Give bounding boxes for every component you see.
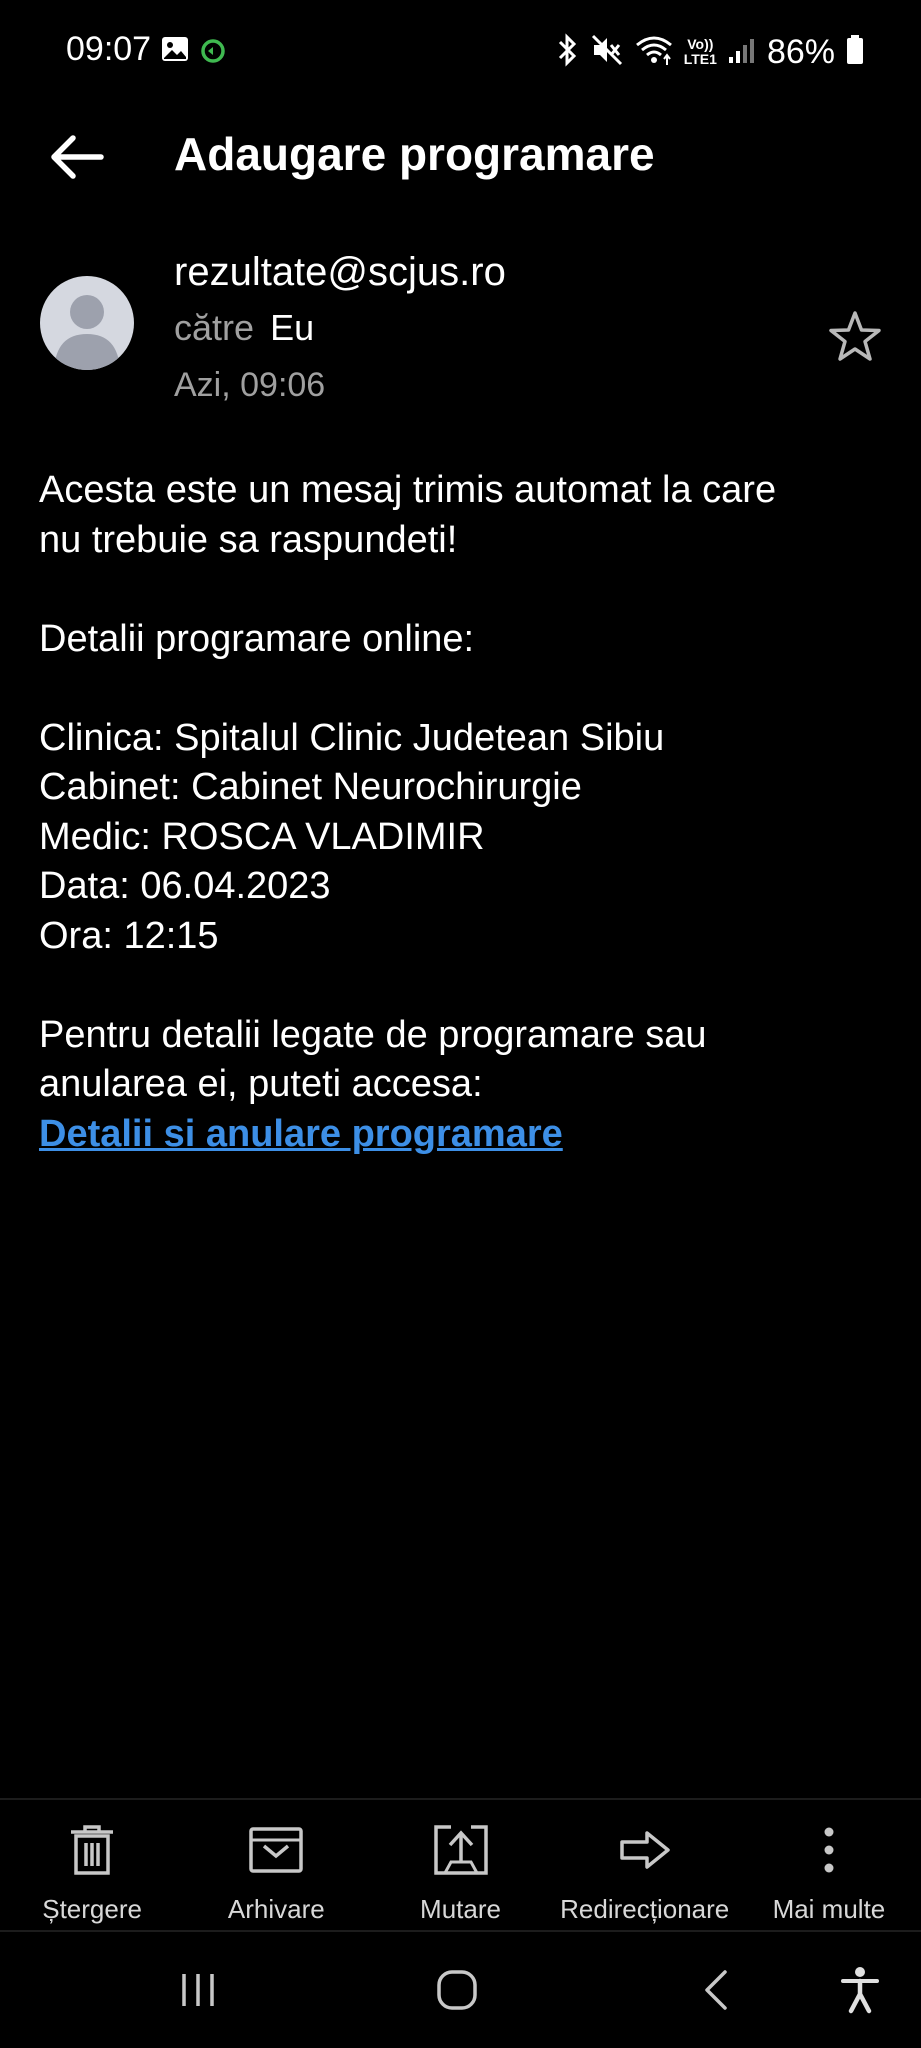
volte-icon: Vo)) LTE1 <box>683 36 717 67</box>
delete-label: Ștergere <box>42 1894 142 1924</box>
forward-icon <box>617 1822 673 1878</box>
sender-email[interactable]: rezultate@scjus.ro <box>174 246 506 298</box>
footer-line-2: anularea ei, puteti accesa: <box>39 1063 483 1105</box>
intro-line-1: Acesta este un mesaj trimis automat la c… <box>39 469 777 511</box>
status-time: 09:07 <box>66 30 152 68</box>
star-icon <box>829 311 881 361</box>
back-nav-button[interactable] <box>684 1958 748 2022</box>
action-bar: Ștergere Arhivare Mutare Redirecționare … <box>0 1800 921 1930</box>
status-bar: 09:07 Vo)) LTE1 86% <box>0 0 921 104</box>
email-subject: Adaugare programare <box>174 128 655 180</box>
accessibility-icon <box>841 1967 879 2014</box>
email-header: Adaugare programare <box>0 104 921 224</box>
email-date: Azi, 09:06 <box>174 366 326 404</box>
system-nav-bar <box>0 1932 921 2048</box>
clinic-line: Clinica: Spitalul Clinic Judetean Sibiu <box>39 716 665 759</box>
signal-icon <box>727 33 757 72</box>
battery-percent: 86% <box>766 32 835 71</box>
accessibility-button[interactable] <box>828 1958 892 2022</box>
time-line: Ora: 12:15 <box>39 914 219 957</box>
gallery-icon <box>160 34 190 69</box>
recipient-line[interactable]: către Eu <box>174 304 314 352</box>
home-icon <box>437 1970 477 2010</box>
more-button[interactable]: Mai multe <box>737 1800 921 1930</box>
arrow-left-icon <box>51 135 104 179</box>
sender-block: rezultate@scjus.ro către Eu Azi, 09:06 <box>0 240 921 420</box>
intro-line-2: nu trebuie sa raspundeti! <box>39 518 458 561</box>
forward-button[interactable]: Redirecționare <box>553 1800 737 1930</box>
footer-line-1: Pentru detalii legate de programare sau <box>39 1013 707 1056</box>
status-icons: Vo)) LTE1 86% <box>554 30 865 74</box>
bluetooth-icon <box>554 32 580 72</box>
details-heading: Detalii programare online: <box>39 617 475 660</box>
star-button[interactable] <box>825 308 885 368</box>
recent-apps-button[interactable] <box>166 1958 230 2022</box>
chevron-left-icon <box>705 1970 727 2010</box>
doctor-line: Medic: ROSCA VLADIMIR <box>39 815 485 858</box>
recent-apps-icon <box>182 1974 214 2006</box>
archive-button[interactable]: Arhivare <box>184 1800 368 1930</box>
wifi-icon <box>634 33 674 72</box>
move-label: Mutare <box>420 1894 501 1924</box>
battery-icon <box>845 33 865 72</box>
more-label: Mai multe <box>772 1894 886 1924</box>
move-button[interactable]: Mutare <box>368 1800 552 1930</box>
details-cancel-link[interactable]: Detalii si anulare programare <box>39 1113 563 1155</box>
delete-button[interactable]: Ștergere <box>0 1800 184 1930</box>
archive-icon <box>248 1822 304 1878</box>
mute-icon <box>590 33 624 72</box>
trash-icon <box>64 1822 120 1878</box>
avatar[interactable] <box>40 276 134 370</box>
recipient-prefix: către <box>174 307 255 348</box>
sync-icon <box>200 38 226 69</box>
date-line: Data: 06.04.2023 <box>39 865 331 907</box>
home-button[interactable] <box>425 1958 489 2022</box>
archive-label: Arhivare <box>227 1894 325 1924</box>
cabinet-line: Cabinet: Cabinet Neurochirurgie <box>39 766 582 808</box>
back-button[interactable] <box>42 122 112 192</box>
email-body: Acesta este un mesaj trimis automat la c… <box>39 466 899 1159</box>
forward-label: Redirecționare <box>560 1894 730 1924</box>
move-icon <box>433 1822 489 1878</box>
recipient-name: Eu <box>270 307 315 348</box>
person-icon <box>54 295 120 370</box>
more-icon <box>801 1822 857 1878</box>
